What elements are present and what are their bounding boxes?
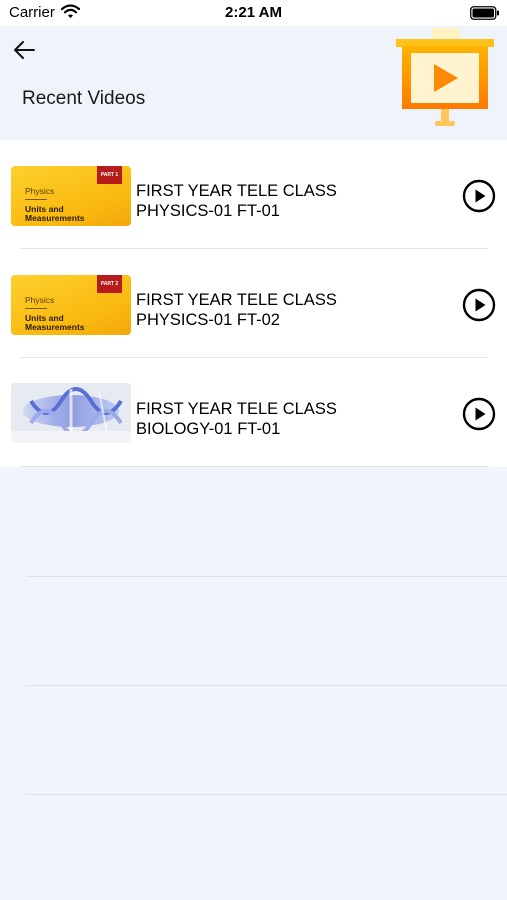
thumbnail-underline <box>25 199 47 200</box>
page-title: Recent Videos <box>22 88 146 109</box>
video-title-line: PHYSICS-01 FT-01 <box>136 202 280 220</box>
video-title-line: BIOLOGY-01 FT-01 <box>136 420 281 438</box>
video-thumbnail: PART 1 Physics Units and Measurements <box>11 166 131 226</box>
thumbnail-subject: Physics <box>25 295 55 305</box>
play-icon[interactable] <box>462 179 496 213</box>
thumbnail-topic: Units and Measurements <box>25 205 85 223</box>
presentation-play-icon <box>396 28 494 126</box>
empty-row-divider <box>26 576 507 577</box>
video-title-line: FIRST YEAR TELE CLASS <box>136 182 337 200</box>
dna-illustration <box>11 383 131 443</box>
empty-row-divider <box>26 794 507 795</box>
video-thumbnail: PART 2 Physics Units and Measurements <box>11 275 131 335</box>
back-arrow-icon[interactable] <box>12 39 36 61</box>
thumbnail-badge: PART 1 <box>97 166 122 184</box>
status-bar: Carrier 2:21 AM <box>0 0 507 26</box>
video-list: PART 1 Physics Units and Measurements FI… <box>0 140 507 467</box>
play-icon[interactable] <box>462 288 496 322</box>
video-row[interactable]: PART 1 Physics Units and Measurements FI… <box>0 140 507 249</box>
video-title-line: FIRST YEAR TELE CLASS <box>136 291 337 309</box>
thumbnail-topic-line: Measurements <box>25 213 85 223</box>
video-row[interactable]: PART 2 Physics Units and Measurements FI… <box>0 249 507 358</box>
play-icon[interactable] <box>462 397 496 431</box>
thumbnail-subject: Physics <box>25 186 55 196</box>
thumbnail-topic: Units and Measurements <box>25 314 85 332</box>
video-title-line: FIRST YEAR TELE CLASS <box>136 400 337 418</box>
thumbnail-underline <box>25 308 47 309</box>
thumbnail-badge: PART 2 <box>97 275 122 293</box>
thumbnail-topic-line: Measurements <box>25 322 85 332</box>
video-title-line: PHYSICS-01 FT-02 <box>136 311 280 329</box>
empty-row-divider <box>26 685 507 686</box>
row-divider <box>20 466 488 467</box>
video-title: FIRST YEAR TELE CLASS PHYSICS-01 FT-02 <box>136 290 436 330</box>
status-time: 2:21 AM <box>225 4 282 21</box>
video-title: FIRST YEAR TELE CLASS PHYSICS-01 FT-01 <box>136 181 436 221</box>
header: Recent Videos <box>0 26 507 140</box>
video-thumbnail <box>11 383 131 443</box>
video-row[interactable]: FIRST YEAR TELE CLASS BIOLOGY-01 FT-01 <box>0 358 507 467</box>
battery-icon <box>470 6 499 20</box>
video-title: FIRST YEAR TELE CLASS BIOLOGY-01 FT-01 <box>136 399 436 439</box>
